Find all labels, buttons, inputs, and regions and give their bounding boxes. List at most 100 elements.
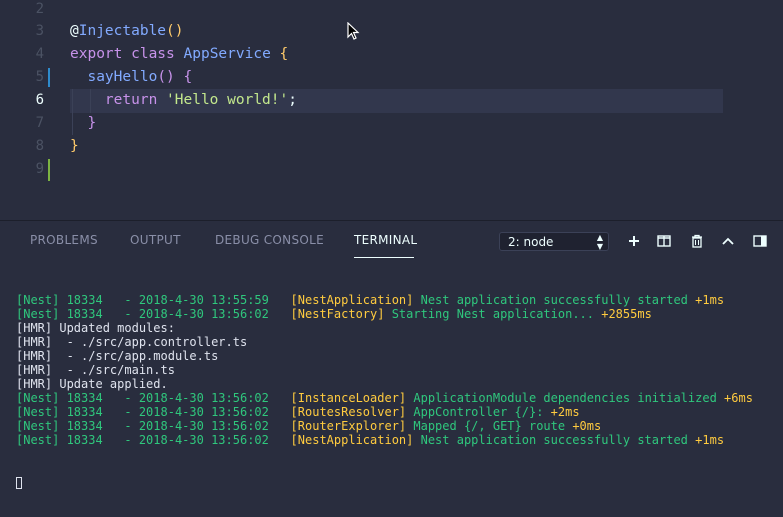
tab-debug-console[interactable]: DEBUG CONSOLE	[215, 233, 324, 247]
code-token: Injectable	[78, 23, 167, 39]
terminal-segment: +2855ms	[601, 307, 652, 321]
code-token: ;	[288, 92, 297, 108]
code-line: 2	[0, 0, 783, 21]
terminal-segment: [Nest] 18334 - 2018-4-30 13:56:02	[16, 419, 291, 433]
terminal-segment: +6ms	[724, 391, 753, 405]
panel-toggle-icon[interactable]	[752, 233, 768, 249]
code-text: @Injectable()	[70, 20, 184, 43]
terminal-segment: [Nest] 18334 - 2018-4-30 13:56:02	[16, 405, 291, 419]
terminal-segment: [Nest] 18334 - 2018-4-30 13:56:02	[16, 307, 291, 321]
terminal-lines: [Nest] 18334 - 2018-4-30 13:55:59 [NestA…	[16, 293, 776, 447]
terminal-line: [Nest] 18334 - 2018-4-30 13:56:02 [Route…	[16, 405, 776, 419]
terminal-line: [Nest] 18334 - 2018-4-30 13:56:02 [Insta…	[16, 391, 776, 405]
terminal-segment: [HMR] Update applied.	[16, 377, 168, 391]
terminal-select-value: 2: node	[508, 235, 554, 249]
code-line: 9	[0, 158, 783, 181]
chevron-up-icon[interactable]	[720, 233, 736, 249]
code-token: ()	[157, 69, 184, 85]
line-number: 5	[35, 69, 44, 85]
plus-icon[interactable]	[626, 233, 642, 249]
code-token: {	[279, 46, 289, 62]
terminal-line: [HMR] Updated modules:	[16, 321, 776, 335]
terminal-line: [Nest] 18334 - 2018-4-30 13:56:02 [NestF…	[16, 307, 776, 321]
terminal-segment: [RouterExplorer]	[290, 419, 414, 433]
code-token: @	[70, 23, 79, 39]
code-editor[interactable]: 2 3 @Injectable() 4 export class AppService …	[0, 0, 783, 220]
terminal-segment: [HMR] Updated modules:	[16, 321, 175, 335]
select-arrows-icon: ▲ ▼	[596, 233, 603, 251]
terminal-prompt	[16, 475, 776, 489]
terminal-segment: [Nest] 18334 - 2018-4-30 13:56:02	[16, 433, 291, 447]
terminal-select[interactable]: 2: node ▲ ▼	[499, 232, 609, 251]
terminal-line: [HMR] - ./src/app.controller.ts	[16, 335, 776, 349]
terminal-segment: [HMR] - ./src/app.controller.ts	[16, 335, 248, 349]
terminal-output[interactable]: [Nest] 18334 - 2018-4-30 13:55:59 [NestA…	[16, 265, 776, 517]
code-line: 7 }	[0, 112, 783, 135]
terminal-line: [HMR] - ./src/app.module.ts	[16, 349, 776, 363]
terminal-segment: [HMR] - ./src/app.module.ts	[16, 349, 219, 363]
terminal-segment: Mapped {/, GET} route	[413, 419, 573, 433]
terminal-segment: ApplicationModule dependencies initializ…	[413, 391, 725, 405]
terminal-line: [HMR] Update applied.	[16, 377, 776, 391]
code-token: sayHello	[87, 69, 158, 85]
terminal-cursor	[16, 476, 22, 489]
code-token: AppService	[183, 46, 280, 62]
terminal-segment: Starting Nest application...	[391, 307, 602, 321]
code-text: return 'Hello world!';	[70, 89, 297, 112]
terminal-line: [Nest] 18334 - 2018-4-30 13:56:02 [Route…	[16, 419, 776, 433]
line-number: 4	[35, 46, 44, 62]
code-token: }	[87, 115, 97, 131]
terminal-segment: Nest application successfully started	[420, 433, 696, 447]
code-text: }	[70, 112, 96, 135]
code-line: 5 sayHello() {	[0, 66, 783, 89]
code-token: }	[70, 138, 79, 154]
code-line: 3 @Injectable()	[0, 20, 783, 43]
terminal-segment: [RoutesResolver]	[290, 405, 414, 419]
terminal-segment: [NestApplication]	[290, 433, 421, 447]
tab-terminal[interactable]: TERMINAL	[354, 233, 417, 247]
terminal-segment: AppController {/}:	[413, 405, 551, 419]
terminal-segment: [Nest] 18334 - 2018-4-30 13:56:02	[16, 391, 291, 405]
split-icon[interactable]	[656, 233, 672, 249]
line-number: 2	[35, 1, 44, 17]
line-number: 8	[35, 138, 44, 154]
code-token: ()	[166, 23, 184, 39]
code-token: export	[70, 46, 132, 62]
bottom-panel: PROBLEMS OUTPUT DEBUG CONSOLE TERMINAL 2…	[0, 220, 783, 489]
code-token: 'Hello world!'	[166, 92, 289, 108]
code-line: 8}	[0, 135, 783, 158]
terminal-segment: [InstanceLoader]	[290, 391, 414, 405]
terminal-segment: +1ms	[695, 433, 725, 447]
terminal-line: [Nest] 18334 - 2018-4-30 13:55:59 [NestA…	[16, 293, 776, 307]
terminal-segment: [Nest] 18334 - 2018-4-30 13:55:59	[16, 293, 291, 307]
code-text: sayHello() {	[70, 66, 192, 89]
active-tab-indicator	[354, 257, 414, 258]
code-token: return	[104, 92, 167, 108]
terminal-segment: Nest application successfully started	[420, 293, 696, 307]
tab-problems[interactable]: PROBLEMS	[30, 233, 98, 247]
line-number: 9	[35, 161, 44, 177]
terminal-segment: +1ms	[695, 293, 725, 307]
terminal-segment: +0ms	[572, 419, 602, 433]
terminal-segment: [HMR] - ./src/main.ts	[16, 363, 175, 377]
tab-output[interactable]: OUTPUT	[130, 233, 181, 247]
panel-tabs: PROBLEMS OUTPUT DEBUG CONSOLE TERMINAL 2…	[0, 221, 783, 259]
terminal-line: [Nest] 18334 - 2018-4-30 13:56:02 [NestA…	[16, 433, 776, 447]
code-token: {	[183, 69, 193, 85]
code-token: class	[131, 46, 184, 62]
code-text: export class AppService {	[70, 43, 288, 66]
code-line: 4 export class AppService {	[0, 43, 783, 66]
line-number: 3	[35, 23, 44, 39]
terminal-segment: [NestFactory]	[290, 307, 392, 321]
terminal-segment: [NestApplication]	[290, 293, 421, 307]
trash-icon[interactable]	[689, 233, 705, 249]
code-text: }	[70, 135, 79, 158]
line-number: 6	[35, 92, 44, 108]
line-number: 7	[35, 115, 44, 131]
code-line: 6 return 'Hello world!';	[0, 89, 783, 112]
terminal-segment: +2ms	[550, 405, 580, 419]
terminal-line: [HMR] - ./src/main.ts	[16, 363, 776, 377]
